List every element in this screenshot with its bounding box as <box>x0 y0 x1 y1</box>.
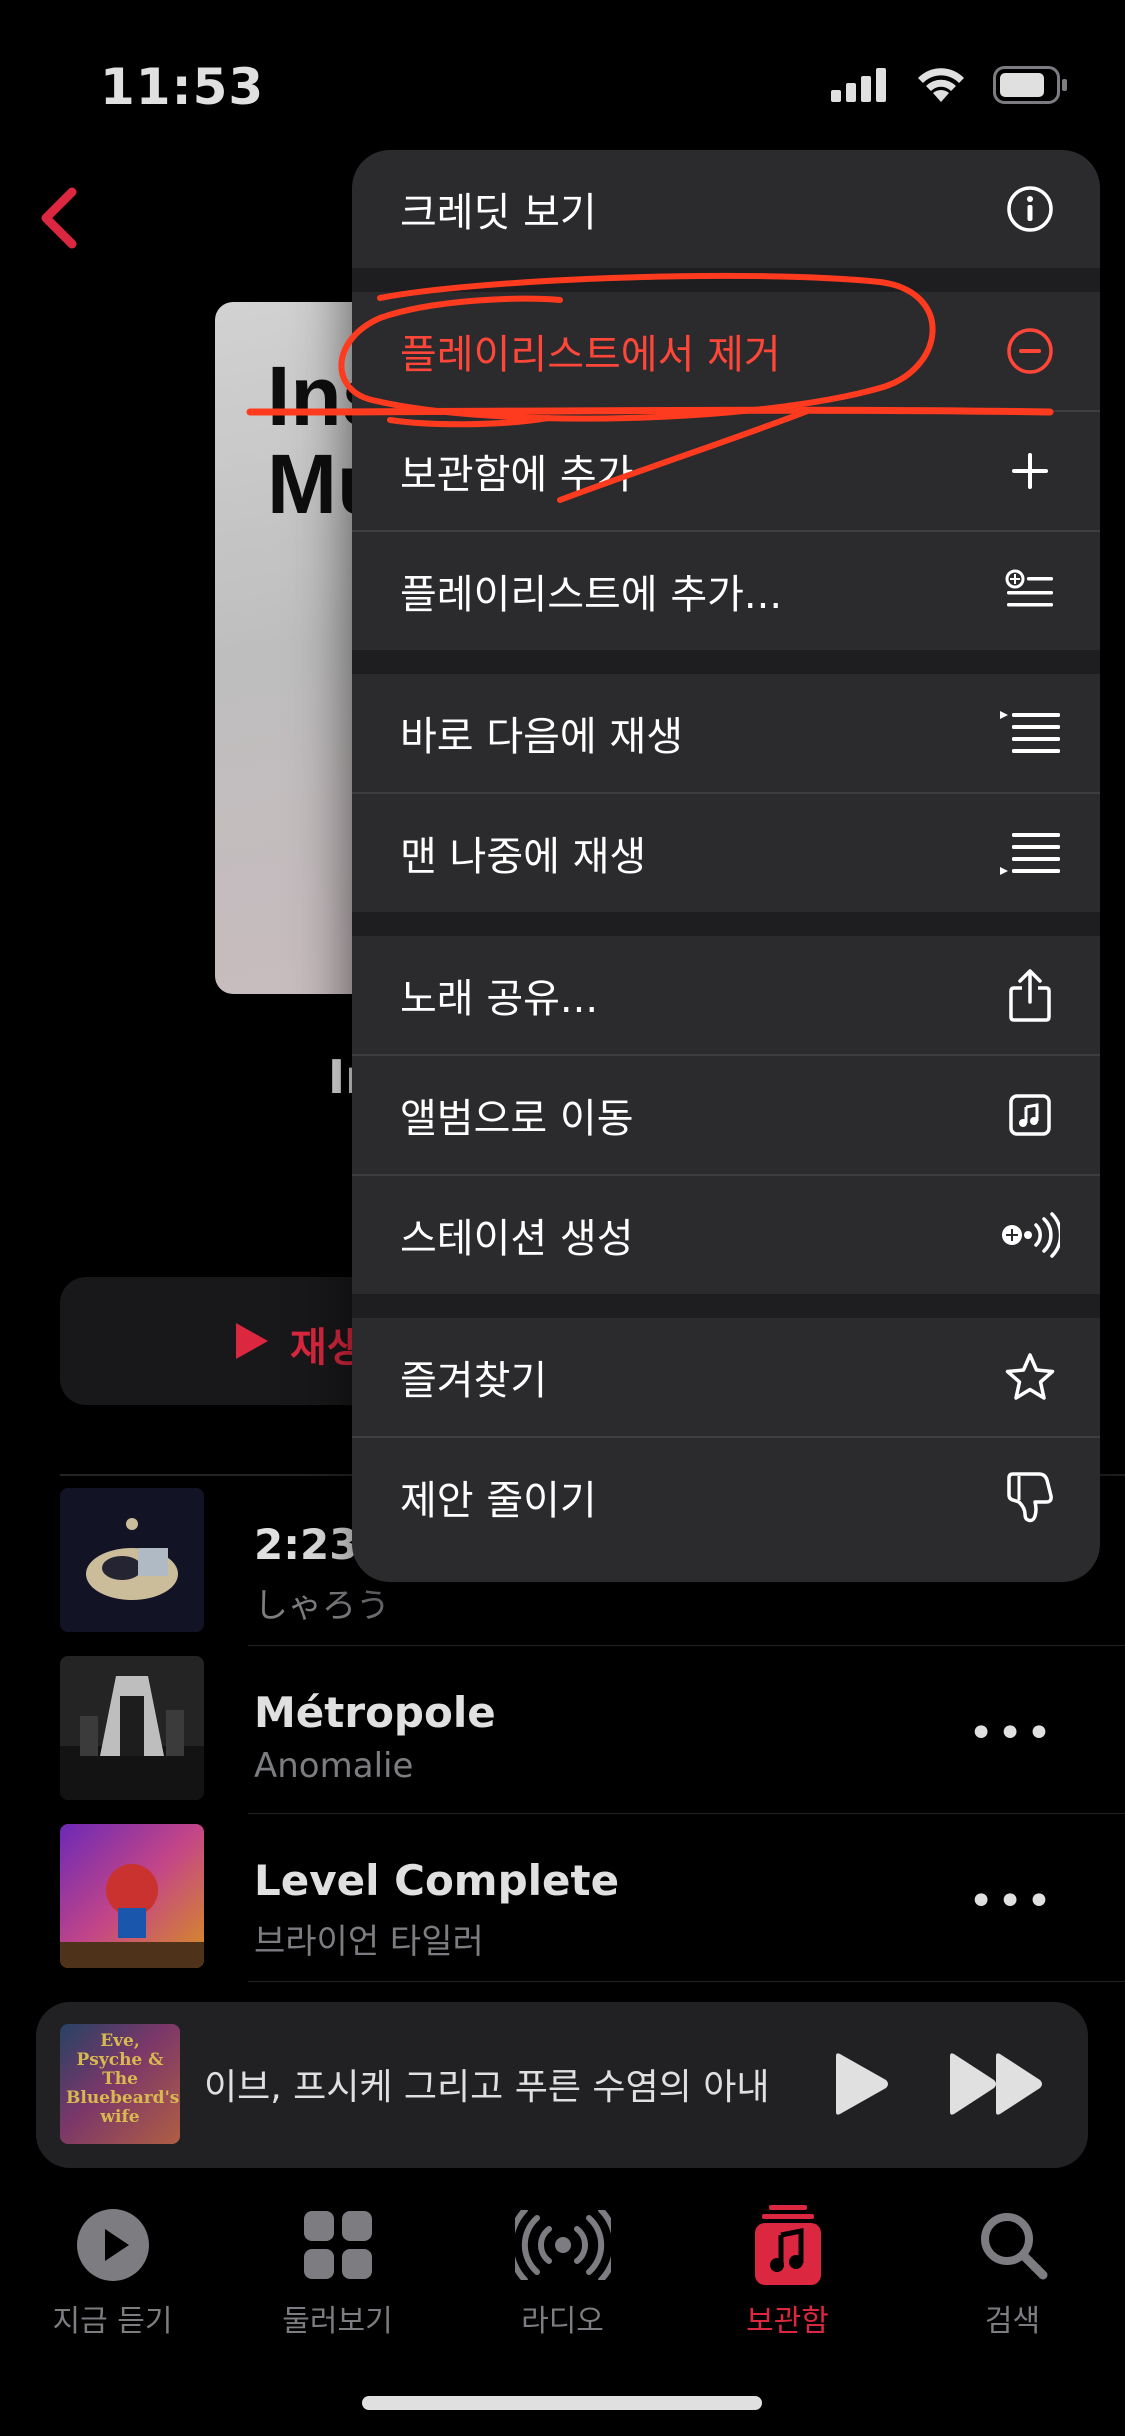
menu-item-suggest-less[interactable]: 제안 줄이기 <box>352 1438 1100 1556</box>
menu-item-label: 보관함에 추가 <box>400 452 634 498</box>
menu-item-label: 스테이션 생성 <box>400 1216 634 1262</box>
menu-item-label: 맨 나중에 재생 <box>400 834 647 880</box>
menu-item-add-to-playlist[interactable]: 플레이리스트에 추가... <box>352 532 1100 650</box>
menu-item-label: 제안 줄이기 <box>400 1478 597 1524</box>
plus-icon <box>998 439 1062 503</box>
info-icon <box>998 177 1062 241</box>
menu-item-label: 노래 공유... <box>400 976 599 1022</box>
thumbs-down-icon <box>998 1465 1062 1529</box>
menu-item-label: 플레이리스트에 추가... <box>400 572 783 618</box>
menu-item-label: 앨범으로 이동 <box>400 1096 634 1142</box>
menu-item-label: 즐겨찾기 <box>400 1358 548 1404</box>
menu-item-view-credits[interactable]: 크레딧 보기 <box>352 150 1100 268</box>
menu-group-divider <box>352 912 1100 936</box>
menu-item-create-station[interactable]: 스테이션 생성 <box>352 1176 1100 1294</box>
share-icon <box>998 963 1062 1027</box>
play-last-icon <box>998 821 1062 885</box>
menu-item-label: 크레딧 보기 <box>400 190 597 236</box>
menu-group-divider <box>352 650 1100 674</box>
menu-item-go-to-album[interactable]: 앨범으로 이동 <box>352 1056 1100 1174</box>
context-menu: 크레딧 보기 플레이리스트에서 제거 보관함에 추가 플레이리스트에 추가...… <box>352 150 1100 1582</box>
menu-item-play-next[interactable]: 바로 다음에 재생 <box>352 674 1100 792</box>
menu-item-label: 바로 다음에 재생 <box>400 714 684 760</box>
menu-item-favorite[interactable]: 즐겨찾기 <box>352 1318 1100 1436</box>
menu-item-remove-from-playlist[interactable]: 플레이리스트에서 제거 <box>352 292 1100 410</box>
menu-group-divider <box>352 1294 1100 1318</box>
add-to-playlist-icon <box>998 559 1062 623</box>
minus-circle-icon <box>998 319 1062 383</box>
menu-item-label: 플레이리스트에서 제거 <box>400 332 781 378</box>
star-icon <box>998 1345 1062 1409</box>
menu-item-share-song[interactable]: 노래 공유... <box>352 936 1100 1054</box>
station-icon <box>998 1203 1062 1267</box>
menu-item-add-to-library[interactable]: 보관함에 추가 <box>352 412 1100 530</box>
play-next-icon <box>998 701 1062 765</box>
menu-item-play-last[interactable]: 맨 나중에 재생 <box>352 794 1100 912</box>
menu-group-divider <box>352 268 1100 292</box>
album-icon <box>998 1083 1062 1147</box>
